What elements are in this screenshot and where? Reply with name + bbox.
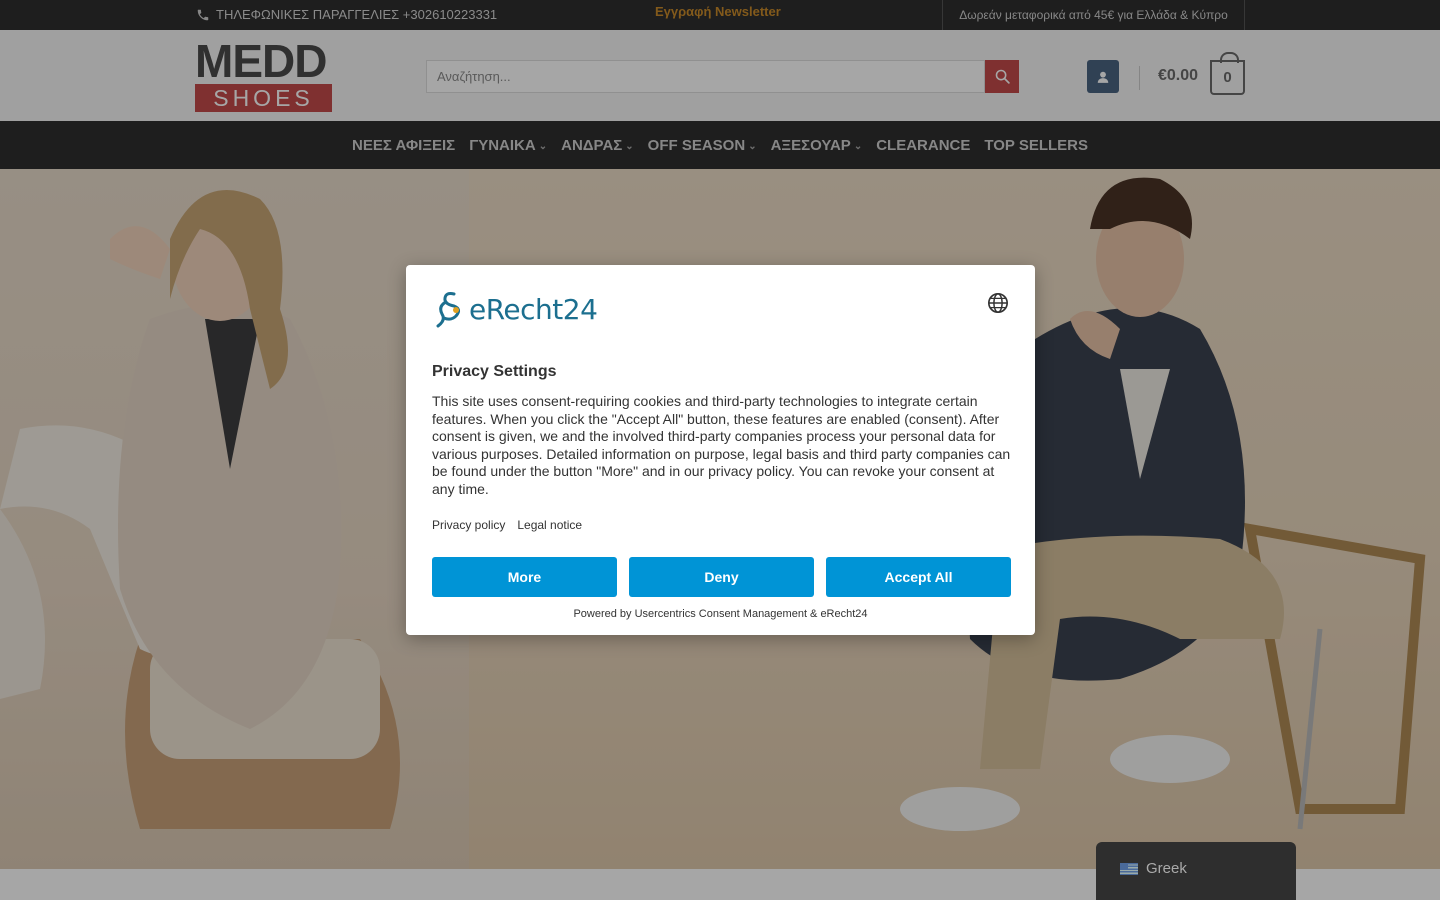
dialog-buttons: More Deny Accept All	[432, 557, 1011, 597]
more-button[interactable]: More	[432, 557, 617, 597]
language-switcher[interactable]: Greek	[1096, 842, 1296, 900]
brand-name: eRecht24	[469, 292, 598, 326]
powered-by-text: Powered by Usercentrics Consent Manageme…	[573, 608, 868, 620]
paragraph-logo-icon	[436, 292, 461, 328]
language-globe-icon[interactable]	[987, 292, 1009, 314]
greek-flag-icon	[1120, 863, 1138, 875]
dialog-links: Privacy policy Legal notice	[432, 518, 582, 532]
legal-notice-link[interactable]: Legal notice	[517, 518, 582, 532]
accept-all-button[interactable]: Accept All	[826, 557, 1011, 597]
dialog-title: Privacy Settings	[432, 363, 557, 380]
privacy-policy-link[interactable]: Privacy policy	[432, 518, 505, 532]
deny-button[interactable]: Deny	[629, 557, 814, 597]
language-label: Greek	[1146, 860, 1187, 877]
erecht24-logo: eRecht24	[432, 290, 598, 328]
privacy-consent-dialog: eRecht24 Privacy Settings This site uses…	[406, 265, 1035, 635]
dialog-description: This site uses consent-requiring cookies…	[432, 393, 1011, 497]
